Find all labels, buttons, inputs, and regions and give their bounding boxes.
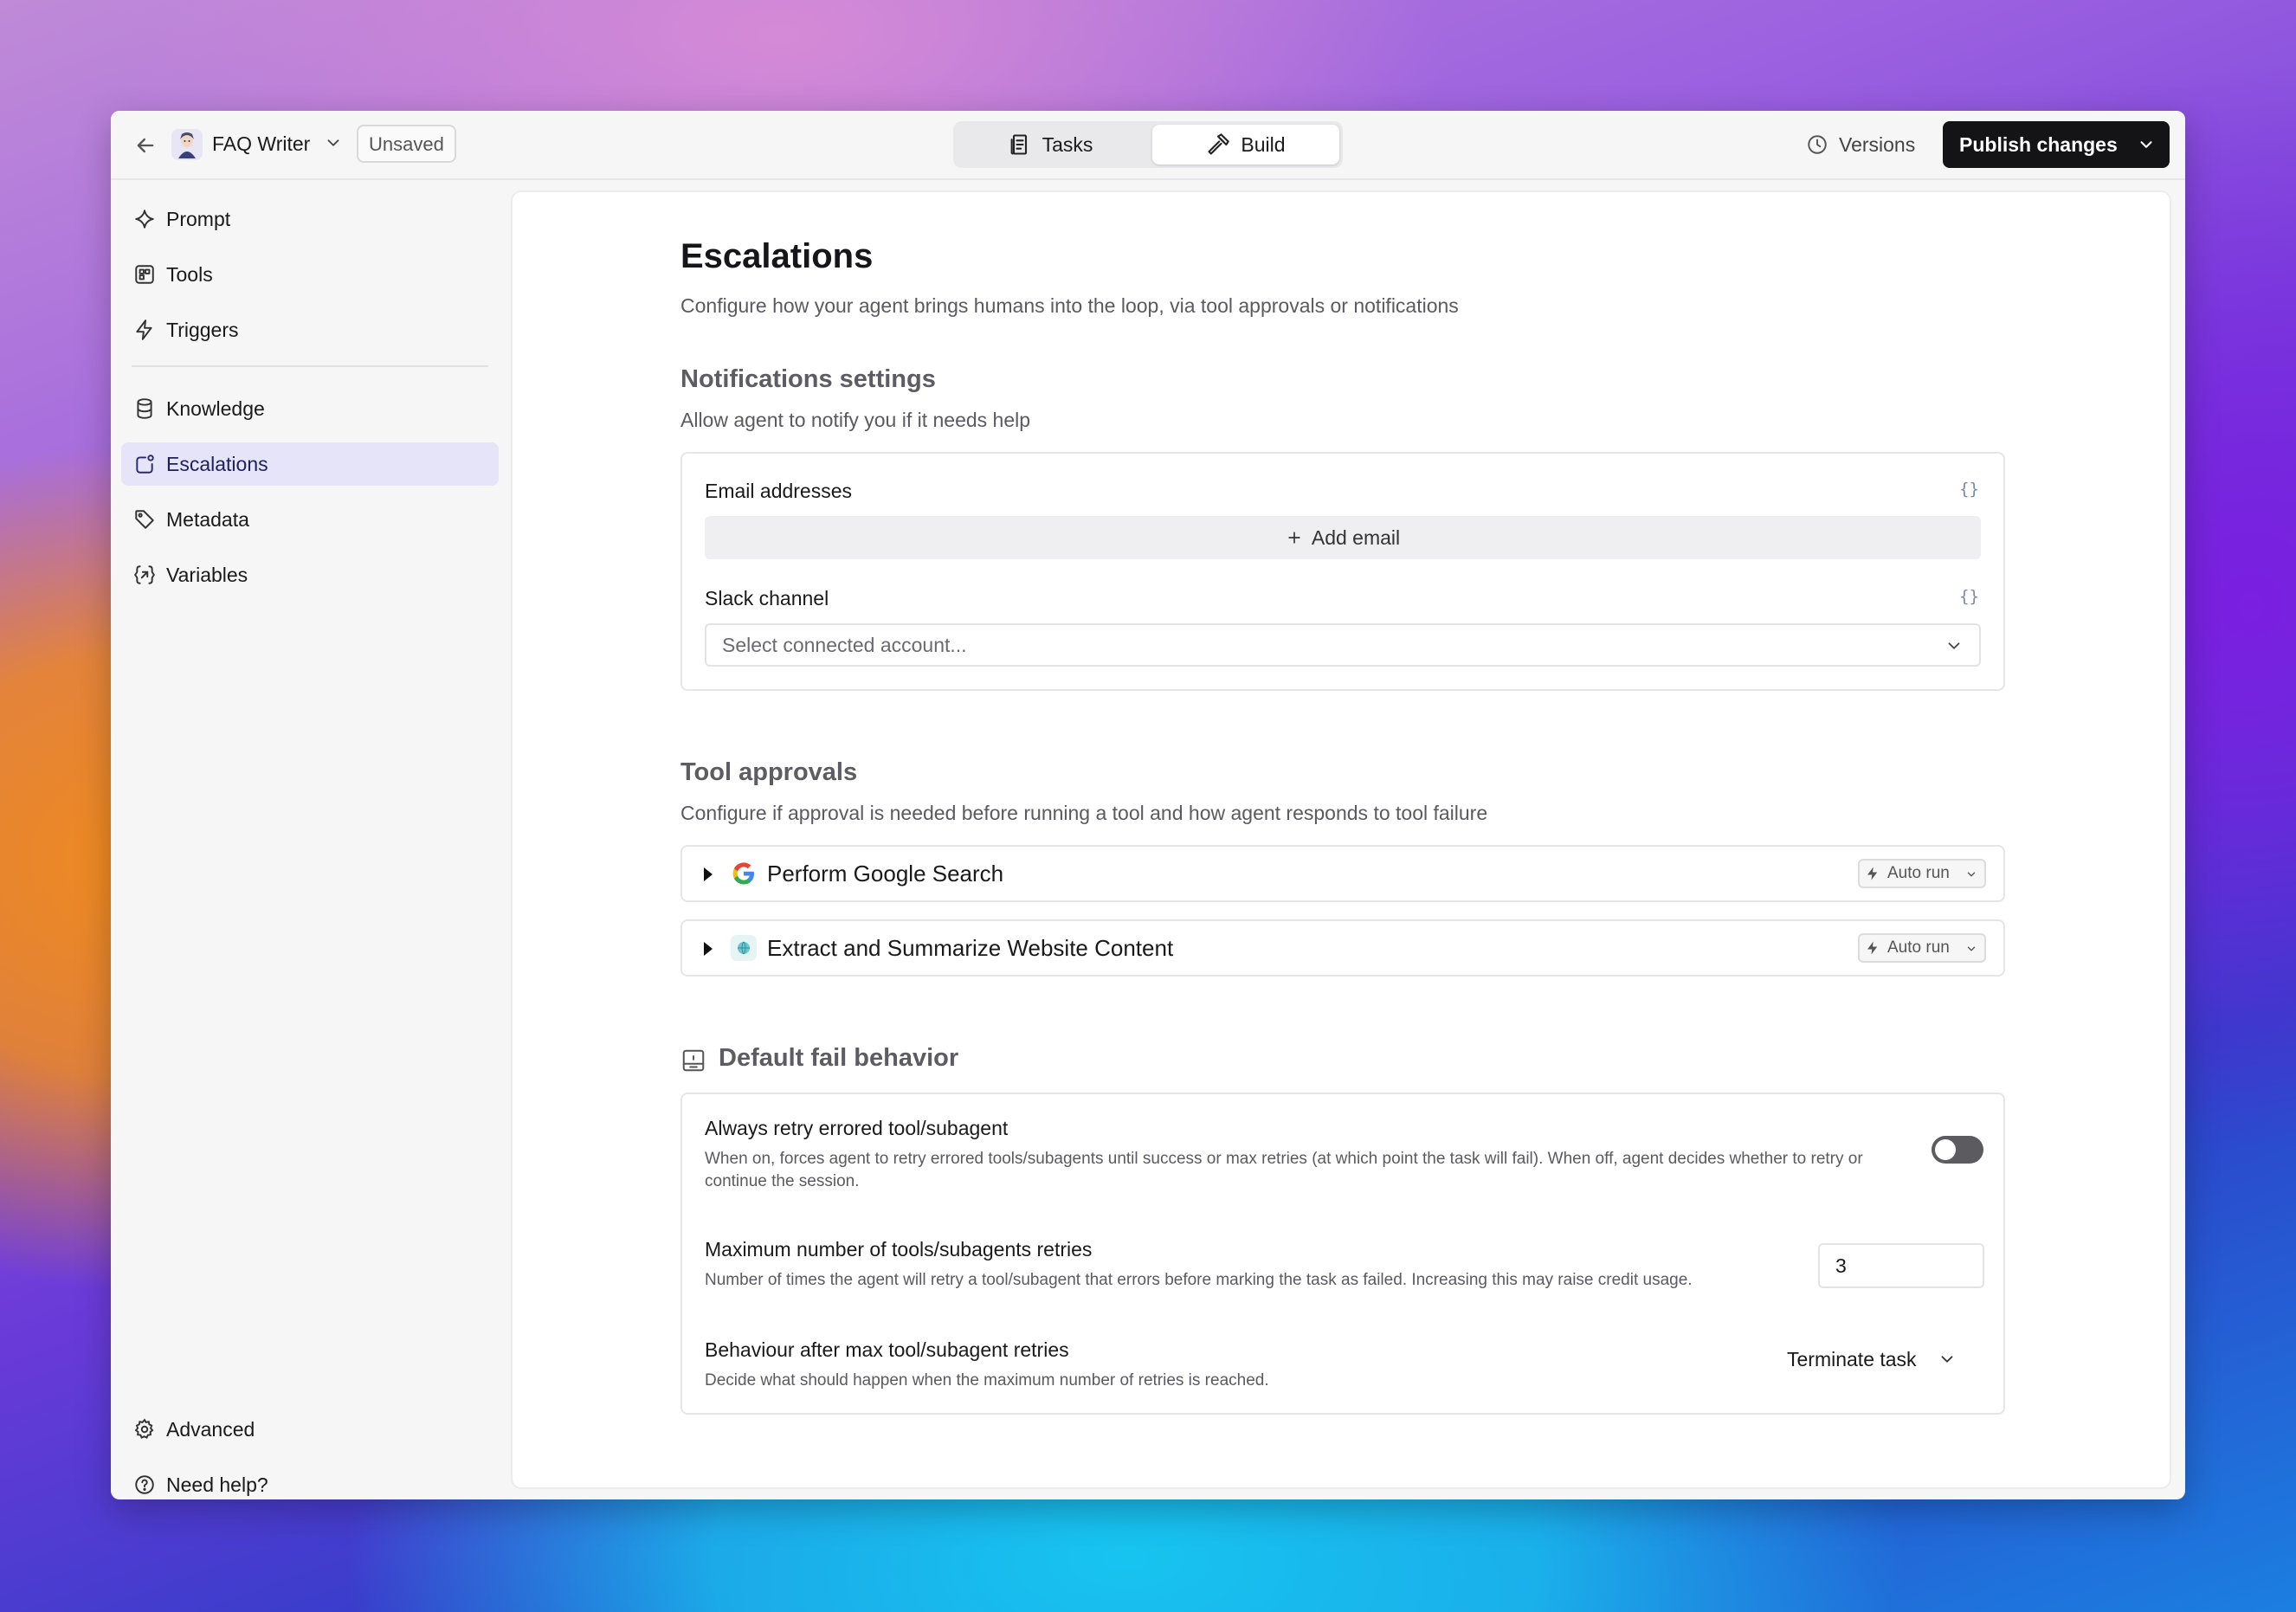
variable-braces-icon[interactable]: {} [1959,587,1979,606]
tool-row-extract-summarize[interactable]: Extract and Summarize Website Content Au… [680,919,2005,977]
add-email-label: Add email [1311,526,1401,549]
versions-label: Versions [1839,132,1916,156]
sidebar-item-escalations[interactable]: Escalations [121,442,499,486]
tools-icon [135,265,154,284]
sidebar-item-label: Knowledge [166,397,265,420]
tool-name: Extract and Summarize Website Content [767,935,1174,961]
max-retries-input[interactable]: 3 [1818,1243,1984,1288]
page-title: Escalations [680,237,874,275]
sidebar-item-label: Variables [166,564,248,586]
gear-icon [134,1418,154,1439]
main-panel: Escalations Configure how your agent bri… [511,190,2171,1489]
notifications-panel: Email addresses {} Add email Slack chann… [680,452,2005,691]
chevron-down-icon [1948,642,1960,649]
tab-tasks-label: Tasks [1042,132,1093,156]
add-email-button[interactable]: Add email [705,516,1981,559]
notifications-title: Notifications settings [680,365,936,393]
slack-select-placeholder: Select connected account... [722,634,967,656]
tag-icon [135,510,154,529]
tool-name: Perform Google Search [767,861,1004,887]
approval-mode-label: Auto run [1887,864,1950,882]
agent-name[interactable]: FAQ Writer [212,130,310,158]
retry-setting-description: When on, forces agent to retry errored t… [705,1150,1863,1190]
tool-approvals-title: Tool approvals [680,758,858,786]
slack-account-select[interactable]: Select connected account... [705,623,1981,667]
toggle-knob [1935,1139,1956,1160]
after-retries-select[interactable]: Terminate task [1787,1342,1957,1377]
chevron-down-icon[interactable] [324,133,343,152]
slack-channel-label: Slack channel [705,587,829,609]
history-icon [1808,135,1827,154]
sidebar-item-label: Tools [166,263,213,286]
tab-build[interactable]: Build [1152,125,1339,164]
email-addresses-label: Email addresses [705,480,853,502]
tool-row-google-search[interactable]: Perform Google Search Auto run [680,845,2005,902]
chevron-down-icon [1967,872,1976,877]
expand-caret-icon[interactable] [701,940,715,958]
publish-changes-button[interactable]: Publish changes [1943,121,2170,168]
tool-approvals-subtitle: Configure if approval is needed before r… [680,802,1488,824]
after-retries-description: Decide what should happen when the maxim… [705,1371,1269,1390]
sidebar-item-label: Escalations [166,453,268,475]
sidebar-item-label: Metadata [166,508,249,531]
sparkle-icon [135,210,154,229]
sidebar-item-prompt[interactable]: Prompt [121,197,499,241]
sidebar-item-label: Advanced [166,1418,255,1441]
sidebar-divider [132,365,488,367]
notifications-subtitle: Allow agent to notify you if it needs he… [680,409,1031,431]
sidebar-item-tools[interactable]: Tools [121,253,499,296]
retry-toggle[interactable] [1932,1136,1983,1164]
chevron-down-icon [1941,1356,1952,1363]
bolt-icon [136,319,152,340]
tab-tasks[interactable]: Tasks [957,125,1144,164]
fail-behavior-icon [682,1049,705,1072]
versions-button[interactable]: Versions [1806,128,1915,161]
variable-icon [133,565,156,584]
retry-setting-title: Always retry errored tool/subagent [705,1117,1009,1139]
globe-icon [731,935,757,961]
max-retries-title: Maximum number of tools/subagents retrie… [705,1238,1093,1261]
sidebar-item-help[interactable]: Need help? [121,1463,499,1499]
tab-build-label: Build [1241,132,1286,156]
sidebar-item-knowledge[interactable]: Knowledge [121,387,499,430]
after-retries-title: Behaviour after max tool/subagent retrie… [705,1338,1069,1361]
bolt-icon [1867,941,1878,955]
publish-label: Publish changes [1959,133,2118,156]
bolt-icon [1867,867,1878,880]
approval-mode-label: Auto run [1887,938,1950,957]
help-icon [135,1475,154,1494]
app-window: FAQ Writer Unsaved Tasks Build Versions … [111,111,2185,1499]
unsaved-badge: Unsaved [357,125,456,163]
fail-behavior-title: Default fail behavior [719,1044,959,1072]
variable-braces-icon[interactable]: {} [1959,480,1979,499]
tasks-icon [1010,134,1027,155]
chevron-down-icon[interactable] [2137,135,2156,154]
back-arrow-icon[interactable] [133,133,158,158]
database-icon [137,398,152,419]
top-bar: FAQ Writer Unsaved Tasks Build Versions … [111,111,2185,180]
escalation-icon [136,455,154,474]
sidebar-item-label: Prompt [166,208,231,230]
hammer-icon [1208,133,1230,155]
approval-mode-select[interactable]: Auto run [1858,859,1986,888]
chevron-down-icon [1967,946,1976,951]
plus-icon [1288,532,1300,544]
sidebar-item-triggers[interactable]: Triggers [121,308,499,351]
page-subtitle: Configure how your agent brings humans i… [680,294,1459,317]
sidebar-item-label: Need help? [166,1473,268,1496]
approval-mode-select[interactable]: Auto run [1858,933,1986,963]
after-retries-value: Terminate task [1787,1347,1917,1370]
sidebar-item-metadata[interactable]: Metadata [121,498,499,541]
google-icon [732,862,754,885]
expand-caret-icon[interactable] [701,866,715,883]
mode-switch: Tasks Build [953,121,1343,168]
fail-behavior-panel: Always retry errored tool/subagent When … [680,1093,2005,1415]
agent-avatar [171,129,203,160]
sidebar-item-label: Triggers [166,319,239,341]
max-retries-description: Number of times the agent will retry a t… [705,1271,1693,1289]
sidebar-item-variables[interactable]: Variables [121,553,499,596]
sidebar: Prompt Tools Triggers Knowledge Escalati… [111,180,509,1499]
sidebar-item-advanced[interactable]: Advanced [121,1408,499,1451]
